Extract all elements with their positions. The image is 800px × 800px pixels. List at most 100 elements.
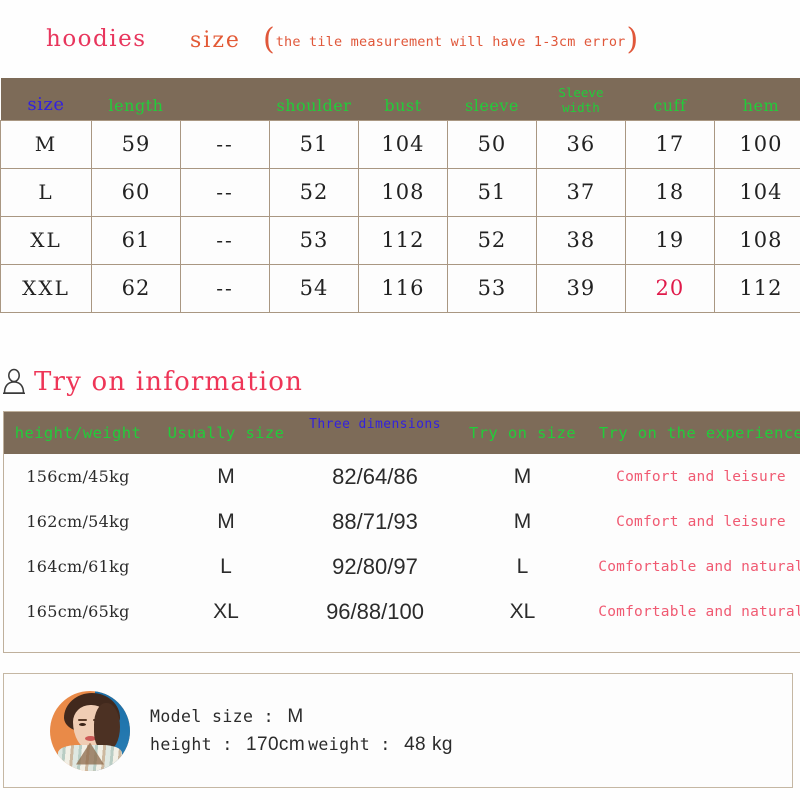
list-item: 165cm/65kg XL 96/88/100 XL Comfortable a… [4, 589, 800, 634]
chart-title-bar: hoodies size ( the tile measurement will… [0, 0, 800, 78]
cell-usually-size: L [152, 544, 300, 589]
table-row: XXL 62 -- 54 116 53 39 20 112 [0, 263, 800, 313]
cell-length: 60 [91, 167, 181, 217]
cell-three-dimensions: 96/88/100 [300, 589, 450, 634]
size-table-body: M 59 -- 51 104 50 36 17 100 L 60 -- 52 1… [0, 119, 800, 313]
cell-hem: 100 [713, 119, 800, 169]
cell-try-on-experience: Comfort and leisure [595, 454, 800, 499]
cell-cuff: 19 [624, 215, 715, 265]
measurement-error-note: the tile measurement will have 1-3cm err… [275, 34, 626, 50]
cell-size: XXL [0, 263, 92, 313]
cell-usually-size: M [152, 499, 300, 544]
column-header-shoulder: shoulder [269, 78, 359, 120]
cell-sleeve: 50 [446, 119, 537, 169]
size-table-header-row: size length shoulder bust sleeve Sleeve … [0, 78, 800, 120]
page-title: hoodies [46, 26, 147, 52]
cell-height-weight: 164cm/61kg [4, 544, 152, 589]
cell-three-dimensions: 88/71/93 [300, 499, 450, 544]
cell-shoulder: 54 [268, 263, 359, 313]
cell-blank: -- [179, 263, 270, 313]
model-info-text: Model size : M height : 170cm weight : 4… [150, 706, 456, 756]
cell-sleeve-width: 39 [535, 263, 626, 313]
column-header-three-dimensions: Three dimensions [300, 412, 450, 454]
model-weight-unit: kg [432, 733, 453, 755]
cell-height-weight: 165cm/65kg [4, 589, 152, 634]
model-weight-separator: : [370, 734, 402, 754]
avatar [50, 690, 130, 771]
cell-cuff: 18 [624, 167, 715, 217]
cell-size: M [0, 119, 92, 169]
cell-try-on-size: M [450, 454, 595, 499]
column-header-try-on-size: Try on size [450, 412, 595, 454]
cell-usually-size: M [152, 454, 300, 499]
cell-bust: 116 [357, 263, 448, 313]
cell-hem: 104 [713, 167, 800, 217]
cell-three-dimensions: 82/64/86 [300, 454, 450, 499]
column-header-size: size [0, 78, 92, 120]
column-header-blank [180, 78, 270, 120]
cell-three-dimensions: 92/80/97 [300, 544, 450, 589]
cell-size: L [0, 167, 92, 217]
cell-bust: 112 [357, 215, 448, 265]
column-header-length: length [91, 78, 181, 120]
person-icon [3, 368, 25, 395]
cell-height-weight: 162cm/54kg [4, 499, 152, 544]
column-header-sleeve-width: Sleeve width [536, 78, 626, 120]
cell-sleeve: 52 [446, 215, 537, 265]
model-info-card: Model size : M height : 170cm weight : 4… [3, 673, 793, 788]
cell-try-on-size: XL [450, 589, 595, 634]
cell-try-on-size: M [450, 499, 595, 544]
model-height-label: height [150, 734, 213, 754]
cell-length: 62 [91, 263, 181, 313]
cell-blank: -- [179, 119, 270, 169]
cell-try-on-experience: Comfortable and natural [595, 589, 800, 634]
list-item: 156cm/45kg M 82/64/86 M Comfort and leis… [4, 454, 800, 499]
cell-shoulder: 53 [268, 215, 359, 265]
paren-close-glyph: ) [626, 22, 639, 57]
model-weight-label: weight [308, 734, 371, 754]
list-item: 164cm/61kg L 92/80/97 L Comfortable and … [4, 544, 800, 589]
table-row: XL 61 -- 53 112 52 38 19 108 [0, 215, 800, 265]
tryon-table-header: height/weight Usually size Three dimensi… [4, 412, 800, 454]
size-table-header: size length shoulder bust sleeve Sleeve … [0, 78, 800, 120]
column-header-height-weight: height/weight [4, 412, 152, 454]
table-row: M 59 -- 51 104 50 36 17 100 [0, 119, 800, 169]
avatar-eye-left [79, 722, 86, 726]
page-subtitle: size [190, 28, 241, 53]
cell-sleeve: 51 [446, 167, 537, 217]
model-weight-value: 48 [404, 733, 427, 755]
cell-hem: 112 [713, 263, 800, 313]
cell-size: XL [0, 215, 92, 265]
tryon-table-header-row: height/weight Usually size Three dimensi… [4, 412, 800, 454]
model-size-value: M [287, 705, 304, 727]
model-size-separator: : [253, 706, 285, 726]
tryon-table-container: height/weight Usually size Three dimensi… [3, 411, 800, 653]
model-height-value: 170cm [246, 733, 306, 755]
cell-height-weight: 156cm/45kg [4, 454, 152, 499]
cell-length: 59 [91, 119, 181, 169]
cell-sleeve: 53 [446, 263, 537, 313]
cell-length: 61 [91, 215, 181, 265]
column-header-sleeve: sleeve [447, 78, 537, 120]
model-height-separator: : [212, 734, 244, 754]
avatar-hair-side [94, 702, 120, 751]
model-size-line: Model size : M [150, 706, 456, 728]
cell-try-on-experience: Comfort and leisure [595, 499, 800, 544]
title-note-group: ( the tile measurement will have 1-3cm e… [263, 22, 639, 57]
cell-blank: -- [179, 167, 270, 217]
cell-sleeve-width: 37 [535, 167, 626, 217]
table-row: L 60 -- 52 108 51 37 18 104 [0, 167, 800, 217]
cell-sleeve-width: 36 [535, 119, 626, 169]
tryon-table-body: 156cm/45kg M 82/64/86 M Comfort and leis… [4, 454, 800, 634]
cell-shoulder: 51 [268, 119, 359, 169]
cell-cuff: 17 [624, 119, 715, 169]
cell-try-on-experience: Comfortable and natural [595, 544, 800, 589]
cell-try-on-size: L [450, 544, 595, 589]
avatar-brow-left [78, 718, 87, 721]
column-header-cuff: cuff [625, 78, 715, 120]
cell-bust: 104 [357, 119, 448, 169]
column-header-bust: bust [358, 78, 448, 120]
column-header-hem: hem [714, 78, 800, 120]
tryon-section-heading: Try on information [0, 358, 800, 406]
cell-hem: 108 [713, 215, 800, 265]
